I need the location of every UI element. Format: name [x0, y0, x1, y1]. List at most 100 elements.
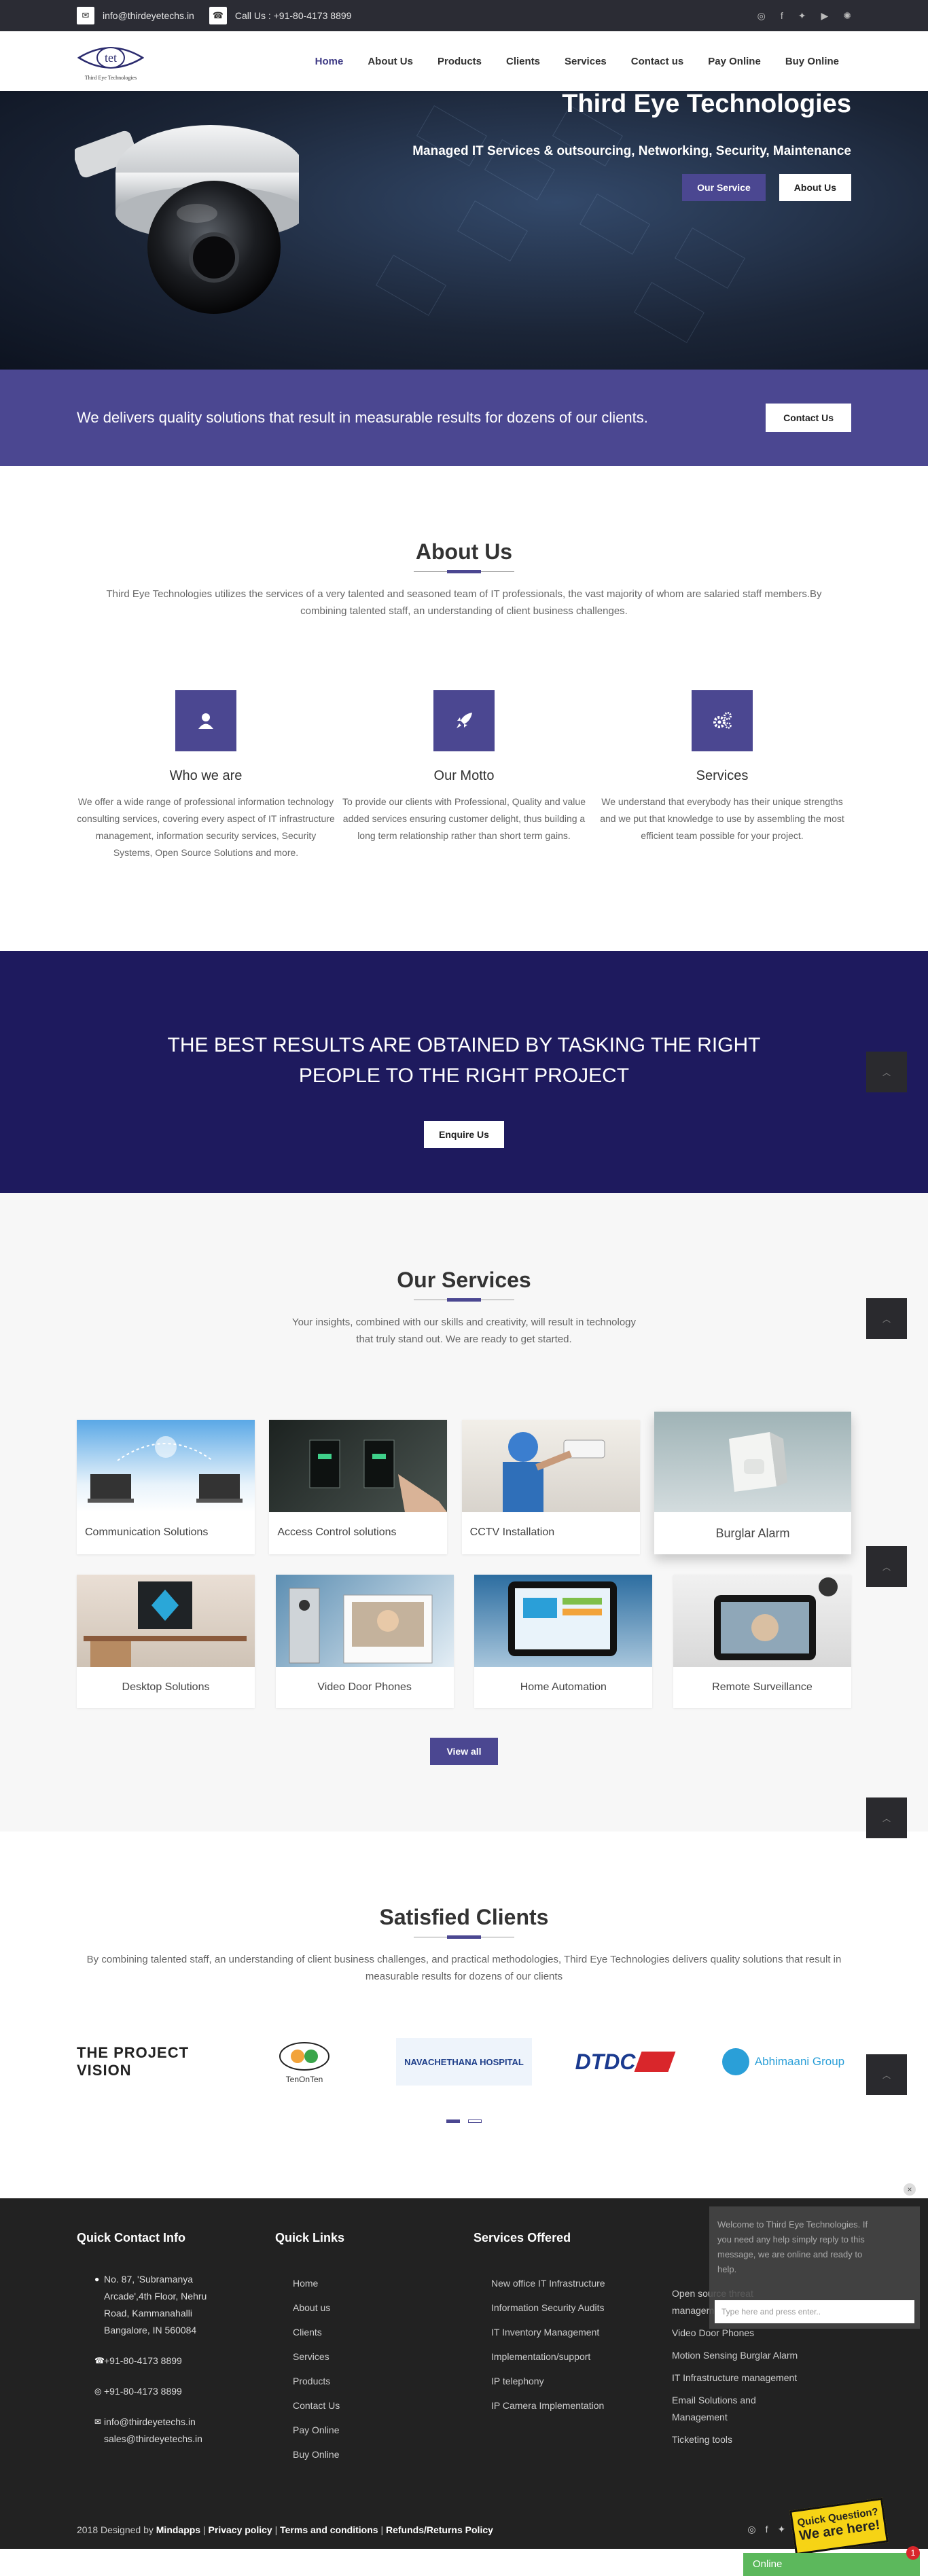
services-section: Our Services Your insights, combined wit…	[0, 1193, 928, 1838]
twitter-icon[interactable]: ✦	[777, 2524, 785, 2535]
clients-section: Satisfied Clients By combining talented …	[0, 1831, 928, 2198]
privacy-link[interactable]: Privacy policy	[209, 2524, 272, 2535]
svg-text:tet: tet	[105, 51, 117, 65]
service-caption: Communication Solutions	[85, 1526, 209, 1538]
scroll-top-button[interactable]: ︿	[866, 1298, 907, 1339]
service-card[interactable]: Communication Solutions	[77, 1420, 255, 1554]
social-links: ◎ f ✦ ▶ ✺	[757, 10, 851, 22]
carousel-dot[interactable]	[468, 2119, 482, 2123]
about-section: About Us Third Eye Technologies utilizes…	[0, 466, 928, 951]
footer-whatsapp[interactable]: +91-80-4173 8899	[104, 2383, 182, 2400]
about-us-button[interactable]: About Us	[779, 174, 851, 201]
services-grid-row-2: Desktop Solutions Video Door Phones Home…	[77, 1575, 851, 1708]
about-title: About Us	[415, 539, 513, 564]
footer-service-item[interactable]: IT Inventory Management	[474, 2320, 672, 2344]
refunds-link[interactable]: Refunds/Returns Policy	[386, 2524, 493, 2535]
about-description: Third Eye Technologies utilizes the serv…	[106, 588, 822, 617]
terms-link[interactable]: Terms and conditions	[280, 2524, 378, 2535]
service-image	[269, 1420, 448, 1512]
footer-link-about[interactable]: About us	[275, 2295, 474, 2320]
service-caption: Remote Surveillance	[712, 1681, 813, 1693]
service-card[interactable]: Desktop Solutions	[77, 1575, 255, 1708]
client-logos: THE PROJECT VISION TenOnTen NAVACHETHANA…	[77, 2038, 851, 2086]
footer-service-item[interactable]: IT Infrastructure management	[672, 2369, 808, 2386]
service-card[interactable]: CCTV Installation	[461, 1420, 640, 1554]
footer-link-clients[interactable]: Clients	[275, 2320, 474, 2344]
facebook-icon[interactable]: f	[781, 10, 783, 22]
client-logo-project-vision[interactable]: THE PROJECT VISION	[77, 2038, 213, 2086]
contact-us-button[interactable]: Contact Us	[766, 404, 851, 432]
footer-service-item[interactable]: Ticketing tools	[672, 2431, 808, 2448]
logo-eye-icon: tet	[77, 46, 144, 69]
footer-service-item[interactable]: IP telephony	[474, 2369, 672, 2393]
facebook-icon[interactable]: f	[766, 2524, 768, 2535]
footer-service-item[interactable]: IP Camera Implementation	[474, 2393, 672, 2418]
topbar-email[interactable]: ✉ info@thirdeyetechs.in	[77, 7, 194, 24]
footer-bottom-bar: 2018 Designed by Mindapps | Privacy poli…	[77, 2524, 851, 2535]
title-divider	[414, 571, 514, 572]
footer-service-item[interactable]: New office IT Infrastructure	[474, 2271, 672, 2295]
service-card[interactable]: Access Control solutions	[269, 1420, 448, 1554]
footer-link-pay-online[interactable]: Pay Online	[275, 2418, 474, 2442]
scroll-top-button[interactable]: ︿	[866, 1546, 907, 1587]
top-bar: ✉ info@thirdeyetechs.in ☎ Call Us : +91-…	[0, 0, 928, 31]
feature-text: We understand that everybody has their u…	[600, 796, 844, 841]
footer-email-1[interactable]: info@thirdeyetechs.in	[104, 2416, 196, 2427]
nav-services[interactable]: Services	[552, 56, 619, 67]
hero-slider: Third Eye Technologies Managed IT Servic…	[0, 91, 928, 370]
topbar-phone[interactable]: ☎ Call Us : +91-80-4173 8899	[209, 7, 351, 24]
footer-phone[interactable]: +91-80-4173 8899	[104, 2353, 182, 2369]
carousel-dot-active[interactable]	[446, 2119, 460, 2123]
enquire-us-button[interactable]: Enquire Us	[424, 1121, 504, 1148]
nav-clients[interactable]: Clients	[494, 56, 552, 67]
logo[interactable]: tet Third Eye Technologies	[77, 37, 145, 85]
view-all-button[interactable]: View all	[430, 1738, 498, 1765]
nav-buy-online[interactable]: Buy Online	[773, 56, 851, 67]
footer-service-item[interactable]: Motion Sensing Burglar Alarm	[672, 2347, 808, 2364]
whatsapp-icon[interactable]: ◎	[747, 2524, 755, 2535]
client-logo-dtdc[interactable]: DTDC	[556, 2038, 692, 2086]
service-card[interactable]: Home Automation	[474, 1575, 653, 1708]
chat-message: Welcome to Third Eye Technologies. If yo…	[717, 2219, 868, 2274]
nav-about-us[interactable]: About Us	[355, 56, 425, 67]
client-logo-abhimaani[interactable]: Abhimaani Group	[715, 2038, 851, 2086]
service-card[interactable]: Remote Surveillance	[673, 1575, 851, 1708]
whatsapp-icon[interactable]: ◎	[757, 10, 766, 22]
service-card[interactable]: Video Door Phones	[275, 1575, 454, 1708]
footer-link-products[interactable]: Products	[275, 2369, 474, 2393]
youtube-icon[interactable]: ▶	[821, 10, 828, 22]
our-service-button[interactable]: Our Service	[682, 174, 766, 201]
footer-service-item[interactable]: Implementation/support	[474, 2344, 672, 2369]
service-image	[654, 1412, 851, 1512]
close-icon[interactable]: ×	[904, 2183, 916, 2196]
footer-service-item[interactable]: Email Solutions and Management	[672, 2392, 808, 2426]
nav-contact-us[interactable]: Contact us	[619, 56, 696, 67]
scroll-top-button[interactable]: ︿	[866, 2054, 907, 2095]
designer-link[interactable]: Mindapps	[156, 2524, 200, 2535]
twitter-icon[interactable]: ✦	[798, 10, 806, 22]
nav-products[interactable]: Products	[425, 56, 494, 67]
chat-online-bar[interactable]: Online	[743, 2553, 920, 2576]
footer-email-2[interactable]: sales@thirdeyetechs.in	[104, 2433, 202, 2444]
footer-link-contact[interactable]: Contact Us	[275, 2393, 474, 2418]
footer-link-home[interactable]: Home	[275, 2271, 474, 2295]
nav-home[interactable]: Home	[303, 56, 356, 67]
service-caption: Burglar Alarm	[715, 1526, 790, 1540]
client-logo-tenonten[interactable]: TenOnTen	[236, 2038, 372, 2086]
user-icon	[175, 690, 236, 751]
footer-service-item[interactable]: Information Security Audits	[474, 2295, 672, 2320]
footer-link-buy-online[interactable]: Buy Online	[275, 2442, 474, 2467]
service-image	[673, 1575, 851, 1667]
whatsapp-icon: ◎	[94, 2386, 102, 2396]
chat-input[interactable]: Type here and press enter..	[715, 2300, 914, 2323]
nav-pay-online[interactable]: Pay Online	[696, 56, 773, 67]
quote-line-1: THE BEST RESULTS ARE OBTAINED BY TASKING…	[167, 1034, 761, 1056]
scroll-top-button[interactable]: ︿	[866, 1052, 907, 1092]
dribbble-icon[interactable]: ✺	[843, 10, 851, 22]
service-card-hovered[interactable]: Burglar Alarm	[654, 1412, 851, 1554]
chat-popup: × Welcome to Third Eye Technologies. If …	[709, 2183, 920, 2329]
feature-services: Services We understand that everybody ha…	[593, 690, 851, 861]
quote-line-2: PEOPLE TO THE RIGHT PROJECT	[298, 1065, 630, 1087]
footer-link-services[interactable]: Services	[275, 2344, 474, 2369]
client-logo-navachethana[interactable]: NAVACHETHANA HOSPITAL	[396, 2038, 532, 2086]
